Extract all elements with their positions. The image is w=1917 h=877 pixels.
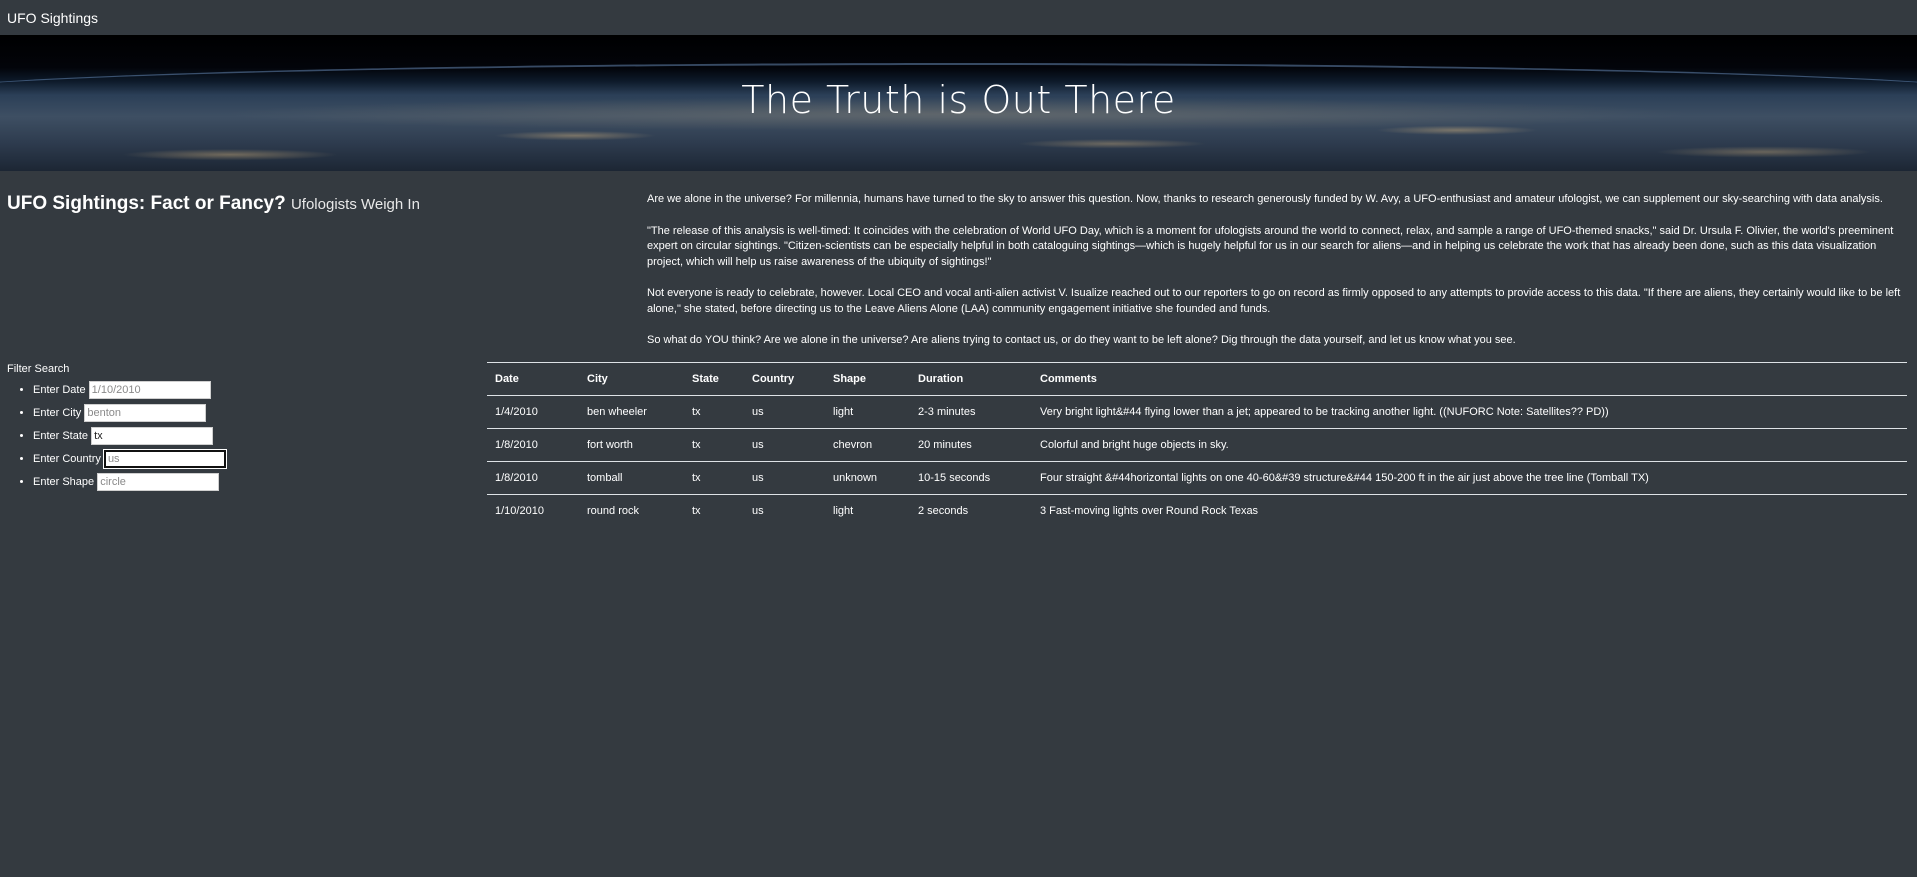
column-header-state: State — [684, 362, 744, 396]
filter-list: Enter Date Enter City Enter State Enter … — [7, 381, 227, 492]
table-header-row: Date City State Country Shape Duration C… — [487, 362, 1907, 396]
filter-label-shape: Enter Shape — [33, 476, 95, 489]
table-header: Date City State Country Shape Duration C… — [487, 362, 1907, 396]
filter-item-state: Enter State — [33, 427, 226, 446]
cell-duration: 20 minutes — [910, 428, 1032, 462]
date-input[interactable] — [88, 381, 211, 400]
navbar: UFO Sightings — [0, 0, 1917, 35]
cell-comments: 3 Fast-moving lights over Round Rock Tex… — [1032, 494, 1907, 527]
city-input[interactable] — [84, 404, 207, 423]
article-paragraph: Are we alone in the universe? For millen… — [647, 193, 1883, 205]
cell-country: us — [744, 494, 825, 527]
table-row: 1/8/2010 tomball tx us unknown 10-15 sec… — [487, 461, 1907, 495]
page-heading-title: UFO Sightings: Fact or Fancy? — [7, 193, 286, 214]
column-header-city: City — [579, 362, 684, 396]
column-header-shape: Shape — [825, 362, 910, 396]
page-heading: UFO Sightings: Fact or Fancy? Ufologists… — [7, 193, 420, 215]
shape-input[interactable] — [97, 473, 220, 492]
cell-country: us — [744, 428, 825, 462]
cell-state: tx — [684, 461, 744, 495]
filter-item-city: Enter City — [33, 404, 226, 423]
cell-state: tx — [684, 428, 744, 462]
cell-city: round rock — [579, 494, 684, 527]
page-heading-subtitle: Ufologists Weigh In — [290, 196, 420, 213]
hero-banner: The Truth is Out There — [0, 35, 1917, 171]
table-row: 1/4/2010 ben wheeler tx us light 2-3 min… — [487, 395, 1907, 429]
navbar-brand-link[interactable]: UFO Sightings — [7, 10, 98, 26]
ufo-table: Date City State Country Shape Duration C… — [487, 362, 1907, 527]
state-input[interactable] — [91, 427, 214, 446]
cell-date: 1/10/2010 — [487, 494, 579, 527]
column-header-date: Date — [487, 362, 579, 396]
cell-date: 1/4/2010 — [487, 395, 579, 429]
cell-shape: light — [825, 395, 910, 429]
filter-label-country: Enter Country — [33, 453, 101, 466]
cell-country: us — [744, 461, 825, 495]
article-text: Are we alone in the universe? For millen… — [647, 192, 1909, 365]
filter-item-date: Enter Date — [33, 381, 226, 400]
cell-city: tomball — [579, 461, 684, 495]
article-paragraph: So what do YOU think? Are we alone in th… — [647, 334, 1516, 346]
filter-item-country: Enter Country — [33, 449, 227, 470]
hero-title: The Truth is Out There — [741, 78, 1176, 122]
cell-shape: chevron — [825, 428, 910, 462]
cell-shape: light — [825, 494, 910, 527]
cell-comments: Colorful and bright huge objects in sky. — [1032, 428, 1907, 462]
cell-duration: 10-15 seconds — [910, 461, 1032, 495]
filter-item-shape: Enter Shape — [33, 473, 226, 492]
table-row: 1/8/2010 fort worth tx us chevron 20 min… — [487, 428, 1907, 462]
cell-duration: 2-3 minutes — [910, 395, 1032, 429]
table-row: 1/10/2010 round rock tx us light 2 secon… — [487, 494, 1907, 527]
article-paragraph: "The release of this analysis is well-ti… — [647, 224, 1894, 268]
filter-panel: Filter Search Enter Date Enter City Ente… — [7, 363, 227, 496]
cell-state: tx — [684, 494, 744, 527]
cell-comments: Very bright light&#44 flying lower than … — [1032, 395, 1907, 429]
cell-comments: Four straight &#44horizontal lights on o… — [1032, 461, 1907, 495]
country-input[interactable] — [102, 449, 227, 470]
column-header-comments: Comments — [1032, 362, 1907, 396]
article-paragraph: Not everyone is ready to celebrate, howe… — [647, 287, 1901, 315]
filter-label-city: Enter City — [33, 407, 82, 420]
filter-label-state: Enter State — [33, 430, 89, 443]
cell-city: fort worth — [579, 428, 684, 462]
cell-date: 1/8/2010 — [487, 461, 579, 495]
column-header-duration: Duration — [910, 362, 1032, 396]
cell-duration: 2 seconds — [910, 494, 1032, 527]
cell-date: 1/8/2010 — [487, 428, 579, 462]
column-header-country: Country — [744, 362, 825, 396]
cell-country: us — [744, 395, 825, 429]
filter-title: Filter Search — [7, 363, 70, 375]
table-body: 1/4/2010 ben wheeler tx us light 2-3 min… — [487, 395, 1907, 527]
cell-state: tx — [684, 395, 744, 429]
cell-city: ben wheeler — [579, 395, 684, 429]
filter-label-date: Enter Date — [33, 384, 86, 396]
cell-shape: unknown — [825, 461, 910, 495]
